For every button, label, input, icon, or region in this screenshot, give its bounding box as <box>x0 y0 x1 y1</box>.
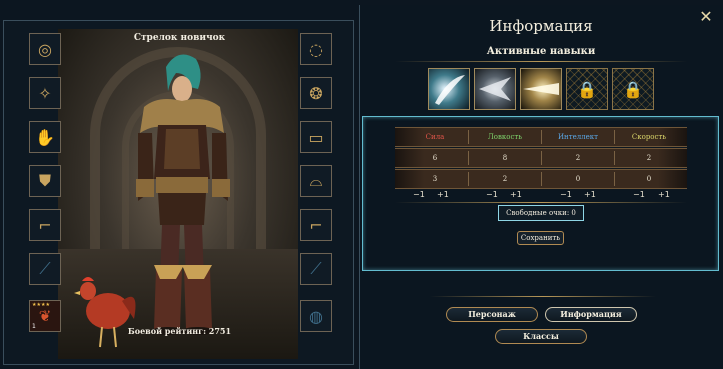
stat-header-speed: Скорость <box>631 133 667 141</box>
arrow-burst-skill-icon <box>479 77 511 101</box>
earrings-icon: ❂ <box>309 83 323 103</box>
stat-added-strength: 3 <box>432 175 438 183</box>
active-skills-title: Активные навыки <box>486 46 596 57</box>
shoulder-armor-icon: ⛊ <box>38 171 51 190</box>
lock-icon: 🔒 <box>577 79 597 99</box>
stat-separator <box>614 151 615 165</box>
speed-minus-button[interactable]: −1 <box>633 190 645 199</box>
stat-base-intellect: 2 <box>575 154 581 162</box>
stat-header-strength: Сила <box>425 133 445 141</box>
equipment-slot-right-3[interactable]: ▭ <box>300 121 332 153</box>
strength-minus-button[interactable]: −1 <box>413 190 425 199</box>
lock-icon: 🔒 <box>623 79 643 99</box>
stat-added-speed: 0 <box>646 175 652 183</box>
save-button[interactable]: Сохранить <box>517 231 564 245</box>
stat-separator <box>468 151 469 165</box>
skills-divider <box>395 61 687 62</box>
weapon-slot-icon: ⟋ <box>39 259 51 278</box>
equipment-slot-right-2[interactable]: ❂ <box>300 77 332 109</box>
information-tab-button[interactable]: Информация <box>545 307 637 322</box>
stat-base-agility: 8 <box>502 154 508 162</box>
equipment-slot-left-4[interactable]: ⛊ <box>29 165 61 197</box>
equipment-slot-right-5[interactable]: ⌐ <box>300 209 332 241</box>
ring-icon: ◎ <box>38 39 52 59</box>
stats-base-row: 6 8 2 2 <box>395 148 687 168</box>
agility-minus-button[interactable]: −1 <box>486 190 498 199</box>
boots-icon: ⌐ <box>38 215 52 235</box>
equipment-slot-right-4[interactable]: ⌓ <box>300 165 332 197</box>
equipment-slot-left-6[interactable]: ⟋ <box>29 253 61 285</box>
skill-slot-5-locked[interactable]: 🔒 <box>612 68 654 110</box>
stat-added-intellect: 0 <box>575 175 581 183</box>
greaves-icon: ⌐ <box>309 215 323 235</box>
sword-slot-icon: ⟋ <box>310 259 322 278</box>
stat-header-agility: Ловкость <box>487 133 523 141</box>
intellect-minus-button[interactable]: −1 <box>560 190 572 199</box>
strength-plus-button[interactable]: +1 <box>437 190 449 199</box>
stat-separator <box>614 172 615 186</box>
equipment-slot-right-6[interactable]: ⟋ <box>300 253 332 285</box>
stat-separator <box>541 172 542 186</box>
stat-added-agility: 2 <box>502 175 508 183</box>
info-title: Информация <box>489 17 593 35</box>
bracer-icon: ▭ <box>308 127 324 147</box>
pet-stars: ★★★★ <box>32 302 50 308</box>
speed-plus-button[interactable]: +1 <box>658 190 670 199</box>
free-points-display: Свободные очки: 0 <box>498 205 584 221</box>
stat-separator <box>541 151 542 165</box>
skill-slot-4-locked[interactable]: 🔒 <box>566 68 608 110</box>
mount-slot-icon: ◍ <box>309 306 323 326</box>
slash-skill-icon <box>435 75 465 105</box>
gloves-slot-icon: ✋ <box>35 127 55 147</box>
bracelet-icon: ◌ <box>309 39 323 59</box>
light-beam-skill-icon <box>523 83 559 95</box>
character-figure <box>74 54 230 348</box>
equipment-slot-left-1[interactable]: ◎ <box>29 33 61 65</box>
skill-slot-2[interactable] <box>474 68 516 110</box>
stat-separator <box>468 172 469 186</box>
skill-slot-3[interactable] <box>520 68 562 110</box>
stat-separator <box>468 130 469 144</box>
character-tab-button[interactable]: Персонаж <box>446 307 538 322</box>
stats-header-row: Сила Ловкость Интеллект Скорость <box>395 127 687 147</box>
stat-base-speed: 2 <box>646 154 652 162</box>
character-scene <box>58 29 298 359</box>
equipment-slot-left-3[interactable]: ✋ <box>29 121 61 153</box>
equipment-slot-right-7[interactable]: ◍ <box>300 300 332 332</box>
nav-divider <box>430 296 656 297</box>
agility-plus-button[interactable]: +1 <box>510 190 522 199</box>
equipment-slot-right-1[interactable]: ◌ <box>300 33 332 65</box>
equipment-slot-left-5[interactable]: ⌐ <box>29 209 61 241</box>
pet-slot[interactable]: ★★★★ ❦ 1 <box>29 300 61 332</box>
skill-slot-1[interactable] <box>428 68 470 110</box>
free-points-divider <box>395 202 687 203</box>
stat-separator <box>541 130 542 144</box>
intellect-plus-button[interactable]: +1 <box>584 190 596 199</box>
amulet-icon: ✧ <box>38 83 52 103</box>
classes-tab-button[interactable]: Классы <box>495 329 587 344</box>
rooster-icon: ❦ <box>38 307 52 325</box>
belt-icon: ⌓ <box>309 171 323 190</box>
pet-level: 1 <box>32 323 36 330</box>
equipment-slot-left-2[interactable]: ✧ <box>29 77 61 109</box>
stat-base-strength: 6 <box>432 154 438 162</box>
stat-header-intellect: Интеллект <box>557 133 599 141</box>
stat-separator <box>614 130 615 144</box>
stats-added-row: 3 2 0 0 <box>395 169 687 189</box>
